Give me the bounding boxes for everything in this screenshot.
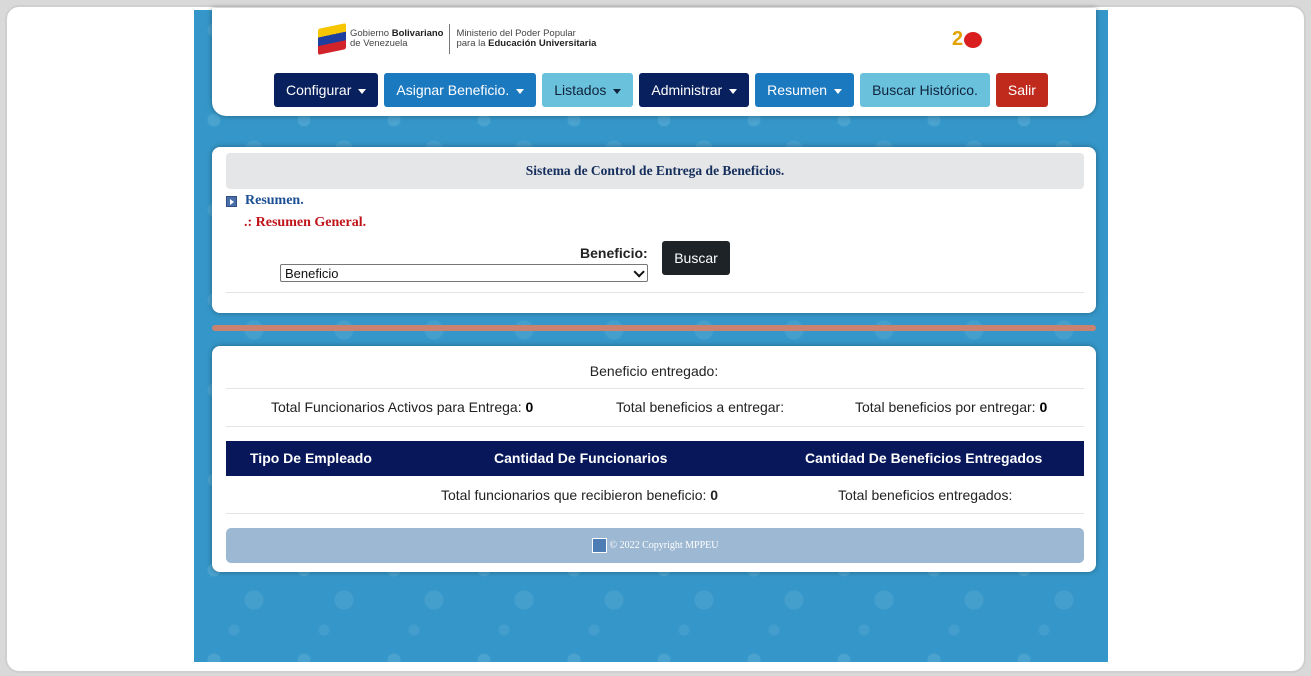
- results-panel: Beneficio entregado: Total Funcionarios …: [212, 346, 1096, 572]
- ministry-line2-prefix: para la: [456, 38, 489, 49]
- nav-asignar-beneficio[interactable]: Asignar Beneficio.: [384, 73, 537, 107]
- chevron-down-icon: [729, 88, 738, 94]
- section-separator: [212, 325, 1096, 331]
- logo-divider: [449, 24, 451, 54]
- stat-activos-label: Total Funcionarios Activos para Entrega:: [271, 399, 526, 415]
- form-panel: Sistema de Control de Entrega de Benefic…: [212, 147, 1096, 313]
- main-nav: Configurar Asignar Beneficio. Listados A…: [274, 73, 1048, 107]
- flag-icon: [318, 23, 346, 55]
- ministry-line2-bold: Educación Universitaria: [488, 38, 597, 49]
- beneficio-label: Beneficio:: [580, 245, 648, 261]
- stat-por-entregar-label: Total beneficios por entregar:: [855, 399, 1040, 415]
- nav-resumen-label: Resumen: [767, 82, 828, 98]
- copyright-text: © 2022 Copyright MPPEU: [609, 540, 719, 551]
- divider: [226, 426, 1084, 427]
- stat-a-entregar: Total beneficios a entregar:: [616, 399, 784, 415]
- divider: [226, 388, 1084, 389]
- nav-configurar-label: Configurar: [286, 82, 352, 98]
- anniversary-logo-number: 2: [952, 28, 963, 50]
- beneficio-entregado-title: Beneficio entregado:: [589, 363, 719, 379]
- nav-asignar-label: Asignar Beneficio.: [396, 82, 510, 98]
- column-header: Cantidad De Funcionarios: [494, 450, 668, 466]
- breadcrumb-resumen[interactable]: Resumen.: [226, 193, 304, 209]
- chevron-down-icon: [613, 88, 622, 94]
- nav-resumen[interactable]: Resumen: [755, 73, 855, 107]
- table-header: Tipo De Empleado Cantidad De Funcionario…: [226, 441, 1084, 476]
- gobierno-logo: Gobierno Bolivariano de Venezuela Minist…: [318, 23, 596, 55]
- ministry-text: Ministerio del Poder Popular para la Edu…: [456, 29, 596, 49]
- stat-a-entregar-label: Total beneficios a entregar:: [616, 399, 785, 415]
- beneficio-select[interactable]: Beneficio: [280, 264, 648, 282]
- nav-buscar-historico[interactable]: Buscar Histórico.: [860, 73, 990, 107]
- nav-listados[interactable]: Listados: [542, 73, 634, 107]
- divider: [226, 513, 1084, 514]
- beneficio-select-value: Beneficio: [285, 266, 339, 281]
- header: Gobierno Bolivariano de Venezuela Minist…: [212, 8, 1096, 116]
- divider: [226, 292, 1084, 293]
- chevron-down-icon: [358, 88, 367, 94]
- anniversary-logo: 2: [952, 28, 992, 54]
- nav-salir[interactable]: Salir: [995, 73, 1048, 107]
- column-header: Cantidad De Beneficios Entregados: [805, 450, 1043, 466]
- mppeu-logo-icon: [591, 538, 607, 554]
- buscar-button[interactable]: Buscar: [662, 241, 730, 275]
- stat-por-entregar-value: 0: [1039, 399, 1048, 415]
- page-title: Sistema de Control de Entrega de Benefic…: [226, 153, 1084, 189]
- nav-administrar-label: Administrar: [651, 82, 723, 98]
- anniversary-logo-emblem: [964, 32, 982, 48]
- chevron-down-icon: [516, 88, 525, 94]
- footer: © 2022 Copyright MPPEU: [226, 528, 1084, 563]
- chevron-down-icon: [633, 266, 645, 278]
- stat-por-entregar: Total beneficios por entregar: 0: [855, 399, 1047, 415]
- chevron-down-icon: [834, 88, 843, 94]
- total-recibieron-label: Total funcionarios que recibieron benefi…: [441, 487, 711, 503]
- nav-administrar[interactable]: Administrar: [639, 73, 750, 107]
- total-entregados: Total beneficios entregados:: [838, 487, 1012, 503]
- column-header: Tipo De Empleado: [250, 450, 372, 466]
- total-recibieron-value: 0: [710, 487, 719, 503]
- total-recibieron: Total funcionarios que recibieron benefi…: [441, 487, 718, 503]
- stat-activos-value: 0: [525, 399, 534, 415]
- nav-listados-label: Listados: [554, 82, 607, 98]
- gov-line2: de Venezuela: [350, 38, 408, 49]
- play-icon: [226, 195, 237, 207]
- stat-activos: Total Funcionarios Activos para Entrega:…: [271, 399, 533, 415]
- breadcrumb-resumen-general: .: Resumen General.: [244, 215, 367, 230]
- total-entregados-label: Total beneficios entregados:: [838, 487, 1013, 503]
- gov-text: Gobierno Bolivariano de Venezuela: [350, 29, 443, 49]
- nav-configurar[interactable]: Configurar: [274, 73, 379, 107]
- breadcrumb-resumen-label: Resumen.: [245, 193, 304, 208]
